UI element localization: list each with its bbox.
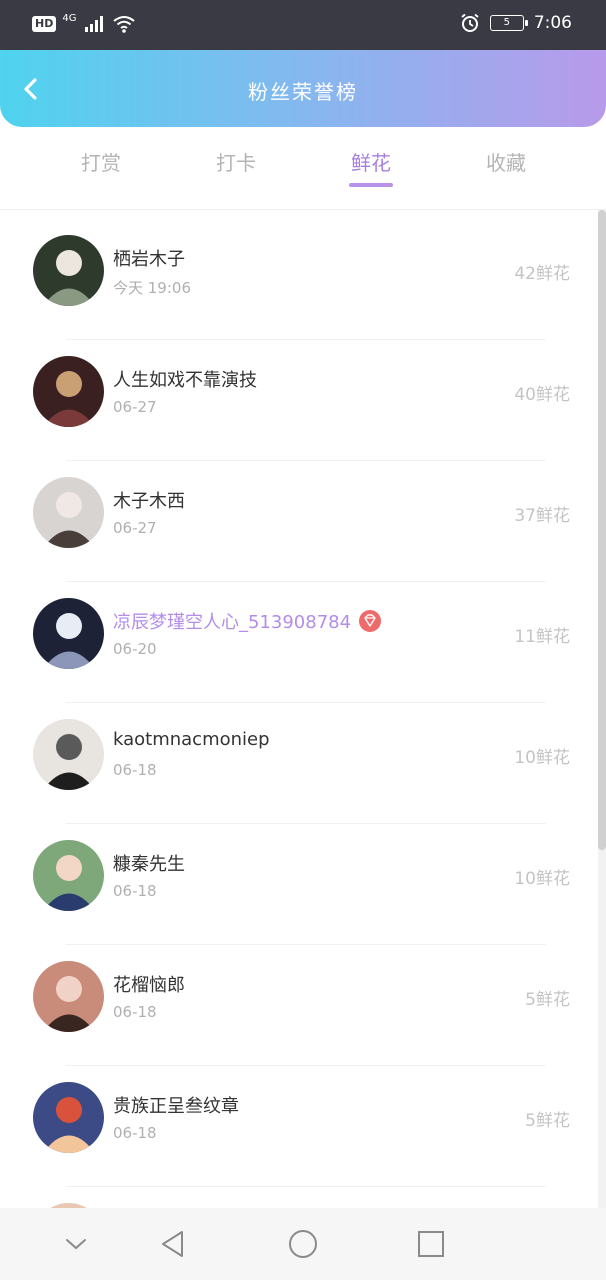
tab-bar: 打赏 打卡 鲜花 收藏: [0, 127, 606, 210]
tab-favorites[interactable]: 收藏: [456, 147, 556, 176]
avatar-image: [33, 356, 104, 427]
user-name-text: kaotmnacmoniep: [113, 729, 270, 750]
user-name: kaotmnacmoniep: [113, 729, 270, 750]
list-item[interactable]: 糠秦先生 06-18 10鲜花: [0, 824, 600, 945]
avatar-image: [33, 840, 104, 911]
avatar[interactable]: [33, 840, 104, 911]
avatar-image: [33, 961, 104, 1032]
avatar-image: [33, 1082, 104, 1153]
hd-badge: HD: [32, 16, 57, 32]
user-name-text: 凉辰梦瑾空人心_513908784: [113, 612, 352, 633]
list-item[interactable]: 贵族正呈叁纹章 06-18 5鲜花: [0, 1066, 600, 1187]
home-circle-icon: [289, 1230, 317, 1258]
avatar[interactable]: [33, 477, 104, 548]
user-name: 糠秦先生: [113, 850, 185, 876]
user-name: 贵族正呈叁纹章: [113, 1092, 239, 1118]
status-left: HD 4G: [32, 12, 136, 34]
back-triangle-icon: [162, 1231, 183, 1257]
flower-count: 10鲜花: [514, 869, 570, 889]
timestamp: 06-27: [113, 398, 157, 416]
scrollbar[interactable]: [598, 210, 606, 1208]
user-name: 木子木西: [113, 487, 185, 513]
flower-count: 5鲜花: [525, 1111, 570, 1131]
flower-count: 42鲜花: [514, 264, 570, 284]
avatar[interactable]: [33, 1082, 104, 1153]
flower-count: 11鲜花: [514, 627, 570, 647]
list-item[interactable]: 栖岩木子今天 19:06 42鲜花: [0, 219, 600, 340]
status-bar: HD 4G 5 7:06: [0, 0, 606, 50]
user-name: 栖岩木子: [113, 245, 185, 271]
user-name-text: 花榴恼郎: [113, 975, 185, 996]
flower-count: 10鲜花: [514, 748, 570, 768]
avatar[interactable]: [33, 598, 104, 669]
wifi-icon: [113, 16, 136, 33]
page-title: 粉丝荣誉榜: [248, 80, 358, 104]
header: 粉丝荣誉榜: [0, 50, 606, 127]
tab-checkin[interactable]: 打卡: [186, 147, 286, 176]
list-item[interactable]: 花榴恼郎 06-18 5鲜花: [0, 945, 600, 1066]
avatar-image: [33, 598, 104, 669]
timestamp: 06-18: [113, 1124, 157, 1142]
flower-count: 40鲜花: [514, 385, 570, 405]
recents-square-icon: [418, 1231, 444, 1257]
timestamp: 06-20: [113, 640, 157, 658]
signal-icon: [85, 16, 104, 32]
avatar[interactable]: [33, 235, 104, 306]
network-type: 4G: [62, 12, 77, 24]
system-nav-bar: [0, 1208, 606, 1280]
avatar-image: [33, 719, 104, 790]
timestamp: 06-18: [113, 882, 157, 900]
fan-list: 栖岩木子今天 19:06 42鲜花人生如戏不靠演技 06-27 40鲜花木子木西 06-…: [0, 210, 606, 1208]
tab-flowers[interactable]: 鲜花: [321, 147, 421, 176]
alarm-icon: [461, 13, 479, 32]
nav-recents-button[interactable]: [415, 1228, 447, 1260]
user-name: 凉辰梦瑾空人心_513908784: [113, 608, 382, 634]
user-name-text: 糠秦先生: [113, 854, 185, 875]
diamond-icon: [359, 610, 382, 632]
battery-icon: 5: [489, 15, 528, 31]
status-right: 5 7:06: [460, 13, 572, 33]
timestamp: 06-27: [113, 519, 157, 537]
avatar-image: [33, 235, 104, 306]
user-name-text: 栖岩木子: [113, 249, 185, 270]
list-item[interactable]: 人生如戏不靠演技 06-27 40鲜花: [0, 340, 600, 461]
nav-collapse-button[interactable]: [60, 1228, 92, 1260]
user-name-text: 贵族正呈叁纹章: [113, 1096, 239, 1117]
avatar[interactable]: [33, 719, 104, 790]
active-tab-indicator: [349, 183, 393, 187]
list-item[interactable]: 木子木西 06-27 37鲜花: [0, 461, 600, 582]
avatar[interactable]: [33, 356, 104, 427]
scrollbar-thumb[interactable]: [598, 210, 606, 850]
user-name-text: 木子木西: [113, 491, 185, 512]
clock: 7:06: [533, 13, 572, 33]
list-item[interactable]: [0, 1187, 600, 1208]
timestamp: 06-18: [113, 761, 157, 779]
timestamp: 今天 19:06: [113, 279, 191, 297]
avatar-image: [33, 477, 104, 548]
flower-count: 37鲜花: [514, 506, 570, 526]
flower-count: 5鲜花: [525, 990, 570, 1010]
chevron-down-icon: [66, 1239, 86, 1250]
nav-back-button[interactable]: [157, 1228, 189, 1260]
list-item[interactable]: kaotmnacmoniep 06-18 10鲜花: [0, 703, 600, 824]
user-name: 人生如戏不靠演技: [113, 366, 257, 392]
timestamp: 06-18: [113, 1003, 157, 1021]
list-item[interactable]: 凉辰梦瑾空人心_513908784 06-20 11鲜花: [0, 582, 600, 703]
nav-home-button[interactable]: [287, 1228, 319, 1260]
user-name-text: 人生如戏不靠演技: [113, 370, 257, 391]
avatar[interactable]: [33, 961, 104, 1032]
user-name: 花榴恼郎: [113, 971, 185, 997]
tab-reward[interactable]: 打赏: [51, 147, 151, 176]
